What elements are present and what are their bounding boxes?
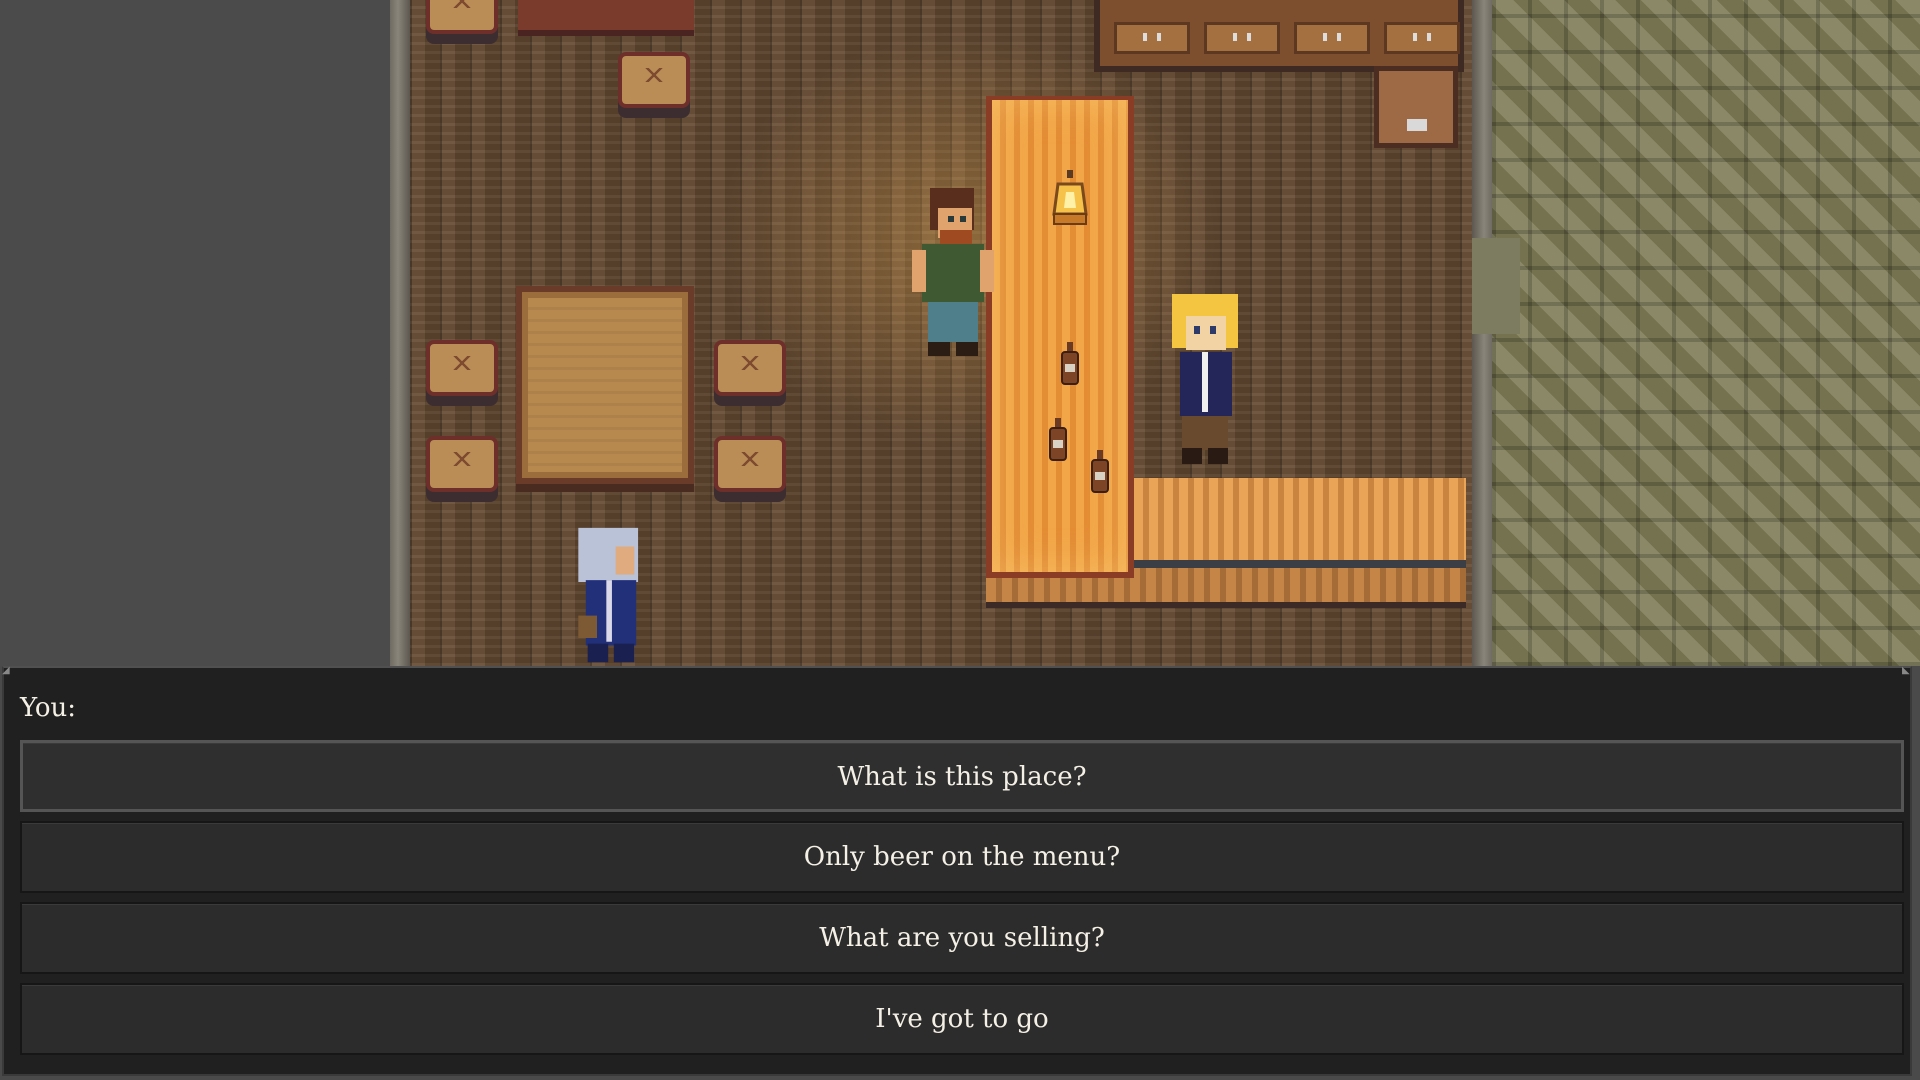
stool: [714, 436, 786, 492]
stool: [426, 436, 498, 492]
outside-cobblestone: [1492, 0, 1920, 666]
dialogue-option-got-to-go[interactable]: I've got to go: [20, 983, 1904, 1055]
stool: [618, 52, 690, 108]
bar-counter-extension: [1134, 478, 1466, 568]
table-center: [516, 286, 694, 484]
out-of-bounds-area: [0, 0, 390, 666]
bottle-icon: [1061, 342, 1079, 385]
drawer: [1384, 22, 1460, 54]
blonde-patron-npc[interactable]: [1160, 290, 1250, 470]
bar-counter: [986, 96, 1134, 578]
bartender-npc[interactable]: [902, 180, 1002, 360]
bottle-icon: [1091, 450, 1109, 493]
drawer: [1114, 22, 1190, 54]
dialogue-option-only-beer[interactable]: Only beer on the menu?: [20, 821, 1904, 893]
stool: [714, 340, 786, 396]
left-wall: [390, 0, 410, 666]
dialogue-panel: ◢ ◣ You: What is this place? Only beer o…: [2, 666, 1912, 1076]
panel-corner-marker: ◢: [2, 665, 10, 676]
stool: [426, 0, 498, 34]
bottle-icon: [1049, 418, 1067, 461]
stool: [426, 340, 498, 396]
player-character: [578, 527, 639, 663]
drawer: [1204, 22, 1280, 54]
storage-chest[interactable]: [1374, 66, 1458, 148]
oil-lamp-icon: [1052, 170, 1088, 225]
panel-corner-marker: ◣: [1902, 665, 1910, 676]
speaker-label: You:: [20, 693, 77, 723]
table-top-left: [518, 0, 694, 36]
dialogue-option-what-is-this-place[interactable]: What is this place?: [20, 740, 1904, 812]
back-shelf: [1094, 0, 1464, 72]
doorway[interactable]: [1472, 238, 1520, 334]
game-screen: ◢ ◣ You: What is this place? Only beer o…: [0, 0, 1920, 1080]
dialogue-option-what-are-you-selling[interactable]: What are you selling?: [20, 902, 1904, 974]
drawer: [1294, 22, 1370, 54]
tavern-scene: [0, 0, 1920, 666]
